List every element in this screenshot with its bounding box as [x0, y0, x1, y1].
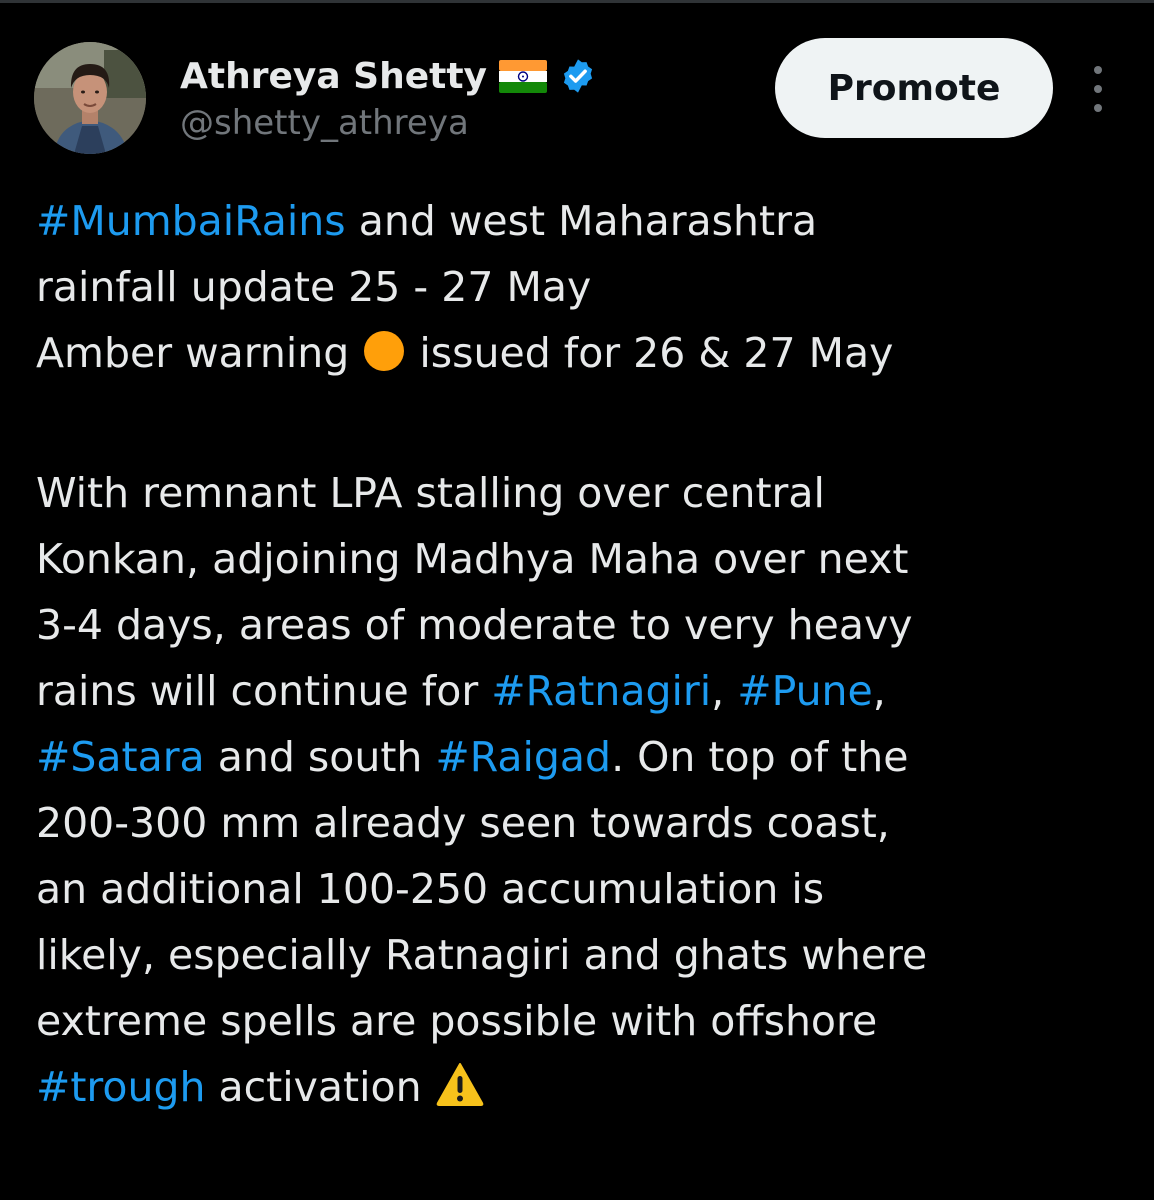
hashtag-ratnagiri[interactable]: #Ratnagiri — [491, 667, 711, 715]
promote-button[interactable]: Promote — [775, 38, 1053, 138]
tweet-line: an additional 100-250 accumulation is — [36, 856, 1126, 922]
tweet-text-segment: Amber warning — [36, 329, 363, 377]
tweet-text: #MumbaiRains and west Maharashtra rainfa… — [36, 188, 1126, 1120]
more-dot — [1094, 104, 1102, 112]
tweet-text-segment: and west Maharashtra — [345, 197, 818, 245]
tweet-line: #MumbaiRains and west Maharashtra — [36, 188, 1126, 254]
tweet-line: rainfall update 25 - 27 May — [36, 254, 1126, 320]
avatar[interactable] — [34, 42, 146, 154]
author-name-row: Athreya Shetty — [180, 52, 597, 100]
tweet-text-segment: 3-4 days, areas of moderate to very heav… — [36, 601, 913, 649]
tweet-text-segment: . On top of the — [611, 733, 909, 781]
top-divider — [0, 0, 1154, 3]
tweet-line: likely, especially Ratnagiri and ghats w… — [36, 922, 1126, 988]
tweet-text-segment: , — [872, 667, 886, 715]
author-handle[interactable]: @shetty_athreya — [180, 103, 469, 143]
tweet-text-segment: likely, especially Ratnagiri and ghats w… — [36, 931, 928, 979]
tweet-text-segment: With remnant LPA stalling over central — [36, 469, 825, 517]
tweet-line: #trough activation — [36, 1054, 1126, 1120]
tweet-line: 3-4 days, areas of moderate to very heav… — [36, 592, 1126, 658]
warning-sign-icon — [435, 1060, 485, 1126]
hashtag-raigad[interactable]: #Raigad — [435, 733, 611, 781]
more-dot — [1094, 66, 1102, 74]
more-dot — [1094, 85, 1102, 93]
tweet-line: #Satara and south #Raigad. On top of the — [36, 724, 1126, 790]
tweet-line: Konkan, adjoining Madhya Maha over next — [36, 526, 1126, 592]
display-name[interactable]: Athreya Shetty — [180, 56, 487, 97]
tweet-text-segment: issued for 26 & 27 May — [406, 329, 894, 377]
profile-photo — [34, 42, 146, 154]
hashtag-satara[interactable]: #Satara — [36, 733, 205, 781]
india-flag-icon — [499, 58, 548, 94]
tweet-line: With remnant LPA stalling over central — [36, 460, 1126, 526]
tweet-text-segment: 200-300 mm already seen towards coast, — [36, 799, 890, 847]
hashtag-mumbairains[interactable]: #MumbaiRains — [36, 197, 346, 245]
tweet-text-segment: activation — [205, 1063, 435, 1111]
more-options-icon[interactable] — [1082, 66, 1114, 112]
tweet-text-segment: and south — [204, 733, 436, 781]
tweet-line: rains will continue for #Ratnagiri, #Pun… — [36, 658, 1126, 724]
tweet-line: 200-300 mm already seen towards coast, — [36, 790, 1126, 856]
tweet-text-segment: an additional 100-250 accumulation is — [36, 865, 825, 913]
hashtag-trough[interactable]: #trough — [36, 1063, 205, 1111]
hashtag-pune[interactable]: #Pune — [737, 667, 873, 715]
tweet-text-segment: extreme spells are possible with offshor… — [36, 997, 878, 1045]
tweet-text-segment: Konkan, adjoining Madhya Maha over next — [36, 535, 909, 583]
orange-circle-icon — [362, 326, 406, 392]
tweet-text-segment: rains will continue for — [36, 667, 492, 715]
tweet-text-segment: rainfall update 25 - 27 May — [36, 263, 592, 311]
verified-badge-icon[interactable] — [559, 57, 597, 95]
tweet-line: Amber warning issued for 26 & 27 May — [36, 320, 1126, 386]
tweet-line: extreme spells are possible with offshor… — [36, 988, 1126, 1054]
tweet-text-segment: , — [711, 667, 738, 715]
